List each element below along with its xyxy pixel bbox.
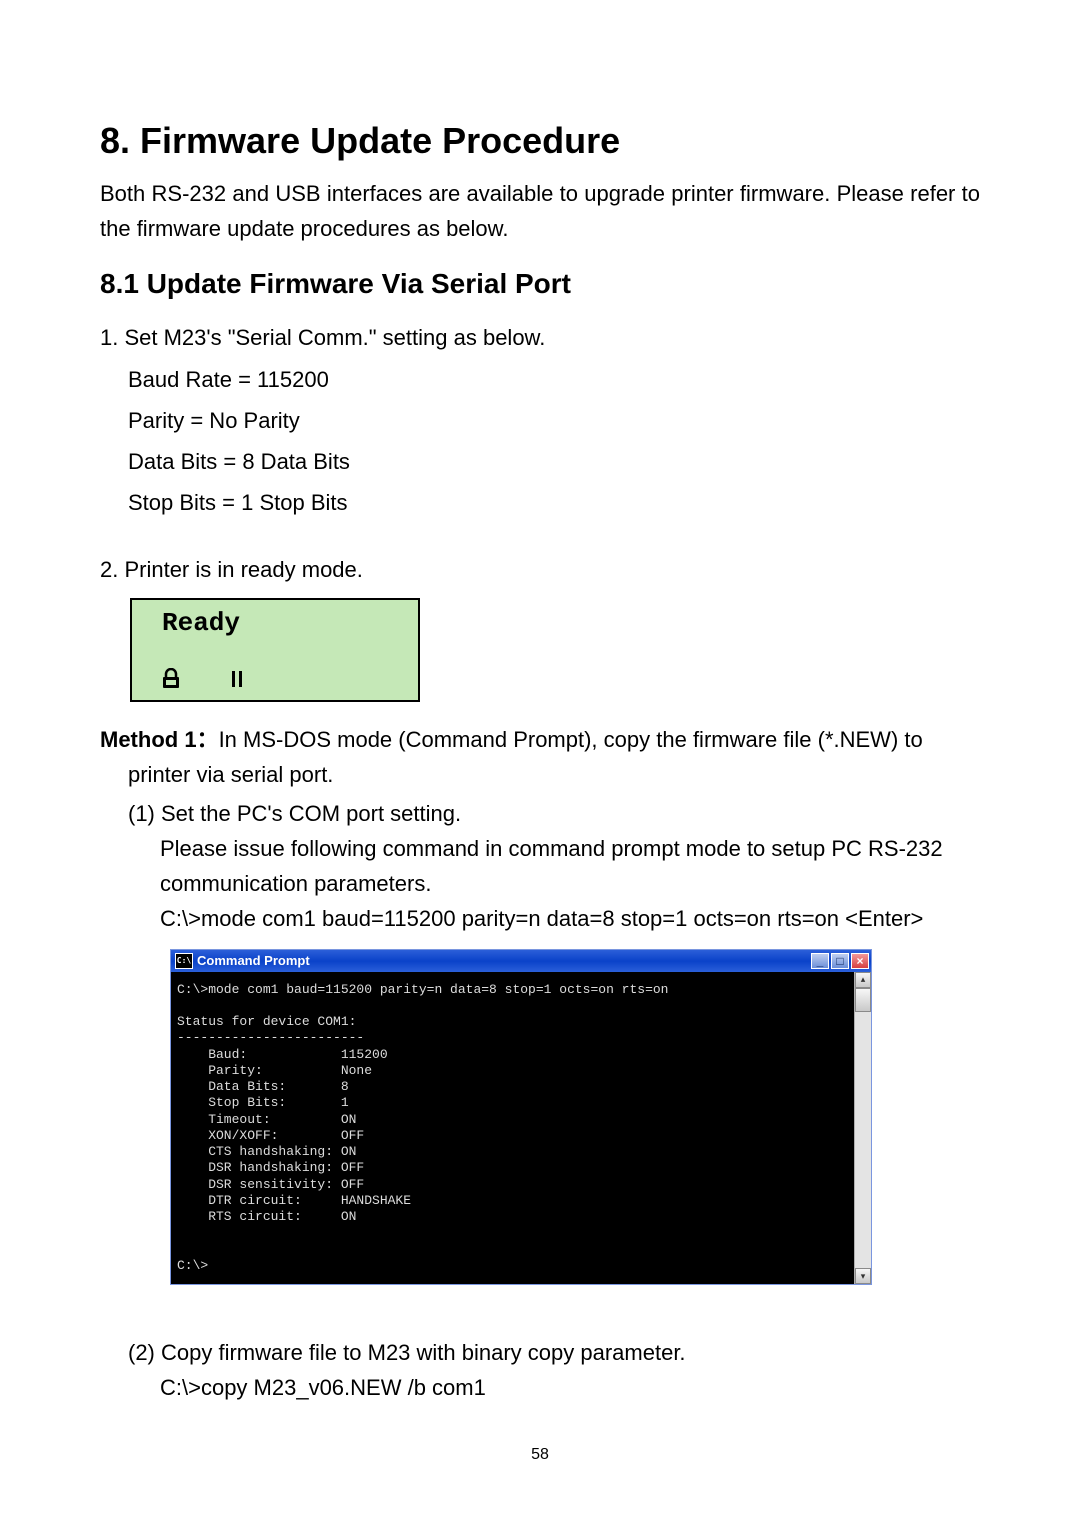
maximize-button[interactable]: □ xyxy=(831,953,849,969)
section-heading: 8.1 Update Firmware Via Serial Port xyxy=(100,268,980,300)
close-button[interactable]: × xyxy=(851,953,869,969)
command-prompt-window: C:\ Command Prompt _ □ × C:\>mode com1 b… xyxy=(170,949,872,1286)
cmd-app-icon: C:\ xyxy=(175,953,193,969)
document-page: 8. Firmware Update Procedure Both RS-232… xyxy=(0,0,1080,1504)
cmd-body-row: C:\>mode com1 baud=115200 parity=n data=… xyxy=(171,972,871,1285)
lcd-icon-row xyxy=(160,668,242,690)
scroll-up-button[interactable]: ▴ xyxy=(855,972,871,988)
cmd-output: C:\>mode com1 baud=115200 parity=n data=… xyxy=(171,972,854,1285)
scrollbar[interactable]: ▴ ▾ xyxy=(854,972,871,1285)
printer-lcd-screen: Ready xyxy=(130,598,420,702)
step1-databits: Data Bits = 8 Data Bits xyxy=(128,444,980,479)
minimize-button[interactable]: _ xyxy=(811,953,829,969)
step1-parity: Parity = No Parity xyxy=(128,403,980,438)
method1-line2: printer via serial port. xyxy=(128,757,980,792)
method1-sub1-title: (1) Set the PC's COM port setting. xyxy=(128,796,980,831)
page-heading: 8. Firmware Update Procedure xyxy=(100,120,980,162)
method1-sub2-cmd: C:\>copy M23_v06.NEW /b com1 xyxy=(160,1370,980,1405)
page-number: 58 xyxy=(100,1446,980,1464)
window-title: Command Prompt xyxy=(197,953,310,968)
method1-sub1-desc: Please issue following command in comman… xyxy=(160,831,980,901)
method1-sub2-title: (2) Copy firmware file to M23 with binar… xyxy=(128,1335,980,1370)
window-titlebar: C:\ Command Prompt _ □ × xyxy=(171,950,871,972)
step1-baud: Baud Rate = 115200 xyxy=(128,362,980,397)
method1-text-a: In MS-DOS mode (Command Prompt), copy th… xyxy=(219,727,923,752)
step2-line: 2. Printer is in ready mode. xyxy=(100,552,980,587)
ready-label: Ready xyxy=(162,608,418,638)
method1-line1: Method 1：In MS-DOS mode (Command Prompt)… xyxy=(100,722,980,757)
scroll-track[interactable] xyxy=(855,988,871,1269)
pause-icon xyxy=(232,671,242,687)
step1-line: 1. Set M23's "Serial Comm." setting as b… xyxy=(100,320,980,355)
scroll-down-button[interactable]: ▾ xyxy=(855,1268,871,1284)
titlebar-left: C:\ Command Prompt xyxy=(175,953,310,969)
scroll-thumb[interactable] xyxy=(855,988,871,1012)
lock-icon xyxy=(160,668,182,690)
step1-stopbits: Stop Bits = 1 Stop Bits xyxy=(128,485,980,520)
intro-paragraph: Both RS-232 and USB interfaces are avail… xyxy=(100,176,980,246)
method1-label: Method 1： xyxy=(100,727,219,752)
window-buttons: _ □ × xyxy=(811,953,871,969)
method1-sub1-cmd: C:\>mode com1 baud=115200 parity=n data=… xyxy=(160,901,980,936)
